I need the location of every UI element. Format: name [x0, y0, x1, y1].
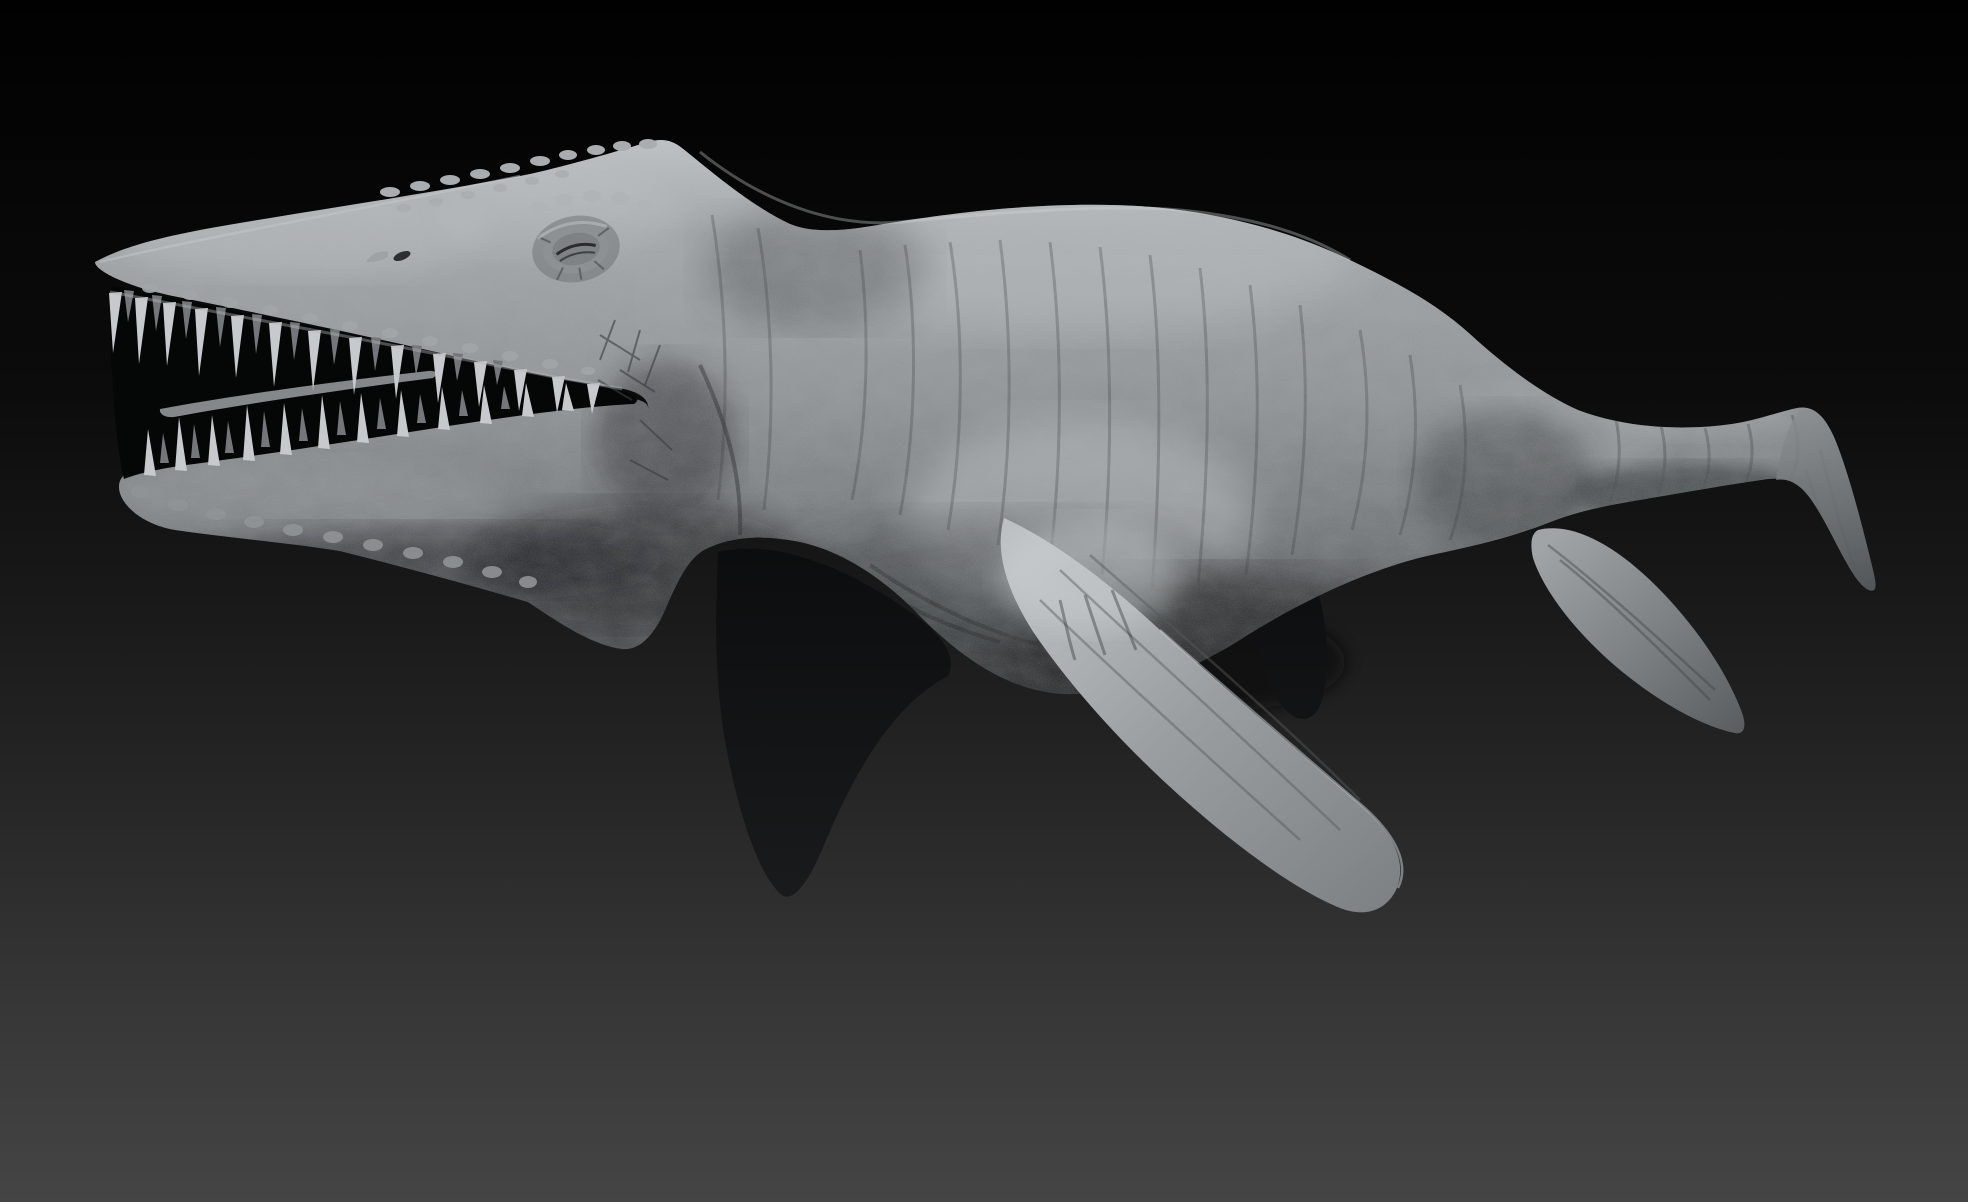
sculpt-viewport-canvas[interactable]: [0, 0, 1968, 1202]
sculpt-viewport: [0, 0, 1968, 1202]
